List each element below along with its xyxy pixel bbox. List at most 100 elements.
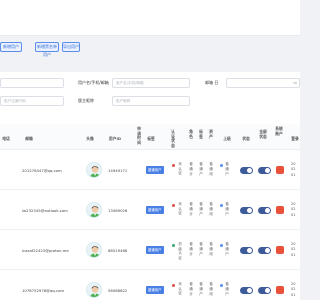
col-tag: 标签 [147,136,155,141]
top-bar [0,0,300,36]
asset-cell-char: 用 [209,292,213,296]
table-row[interactable]: lw232345@outlook.com 13069026 普通用户 未认证普通计普… [0,190,300,230]
user-type-badge[interactable]: 普通用户 [146,286,164,294]
status-toggle[interactable] [240,247,253,254]
col-avatar: 头像 [86,136,94,141]
user-type-badge[interactable]: 普通用户 [146,166,164,174]
avatar [86,162,102,178]
user-search-input[interactable]: 用户名/手机/邮箱 [112,78,190,88]
auth-status-dot [172,204,175,207]
col-system-account: 系统账户 [275,126,283,136]
tag-cell-char: 户 [199,292,203,296]
date-range-separator: to [293,81,297,85]
login-date-cell: 20 02 01 [291,242,299,258]
parent-cell: 普通户 [224,202,230,217]
table-row[interactable]: 1078752978@qq.com 56066822 普通用户 未认证普通计普通户普… [0,270,300,300]
role-cell-char: 计 [189,212,193,216]
col-tag-2: 标签 [199,129,203,139]
col-login: 登录 [291,136,299,141]
parent-indicator-dot [220,244,223,247]
all-status-toggle[interactable] [258,247,271,254]
all-status-toggle[interactable] [258,207,271,214]
delete-button[interactable] [276,206,284,214]
login-date-cell: 20 02 01 [291,282,299,298]
auth-status-text: 未认证 [178,162,182,176]
col-role: 角色 [189,129,193,139]
user-id-cell: 68519466 [108,248,128,253]
table-row[interactable]: 201276447@qq.com 14949171 普通用户 未认证普通计普通户普通… [0,150,300,190]
all-status-toggle[interactable] [258,287,271,294]
date-range-input[interactable]: to [226,78,300,88]
auth-status-dot [172,164,175,167]
auth-status-dot [172,244,175,247]
status-toggle[interactable] [240,167,253,174]
delete-button[interactable] [276,286,284,294]
asset-cell: 普通用 [208,162,214,177]
status-toggle[interactable] [240,207,253,214]
parent-cell: 普通户 [224,282,230,297]
col-auth-status: 认证状态 [171,129,175,148]
tag-cell-char: 户 [199,172,203,176]
role-cell: 普通计 [188,242,194,257]
email-cell: lcasaf22423@proton.me [22,248,69,253]
add-user-button[interactable]: 新增用户 [0,42,22,52]
col-apply-time: 申请时间 [137,126,141,145]
col-phone: 电话 [2,136,10,141]
filter-label-email-date: 邮箱 日 [205,80,219,85]
col-all-status: 全部状态 [259,129,267,139]
col-parent: 上级 [223,136,231,141]
asset-cell: 普通用 [208,202,214,217]
delete-button[interactable] [276,246,284,254]
role-cell-char: 计 [189,252,193,256]
parent-cell: 普通户 [224,242,230,257]
auth-status-text: 初级认证 [178,242,182,260]
login-date-part: 01 [291,212,296,217]
delete-button[interactable] [276,166,284,174]
filter-label-user: 用户名/手机/邮箱 [78,80,109,85]
avatar [86,242,102,258]
nickname-input[interactable]: 用户昵称 [112,96,190,106]
filter-input-left-1[interactable] [0,78,64,88]
tag-cell: 普通户 [198,242,204,257]
parent-cell-char: 户 [225,212,229,216]
user-id-cell: 14949171 [108,168,128,173]
role-cell-char: 计 [189,172,193,176]
user-type-badge[interactable]: 普通用户 [146,246,164,254]
user-management-page: 新增用户 新增黑名单用户 导出用户 用户名/手机/邮箱 用户名/手机/邮箱 邮箱… [0,0,300,300]
user-type-badge[interactable]: 普通用户 [146,206,164,214]
table-row[interactable]: lcasaf22423@proton.me 68519466 普通用户 初级认证 普通… [0,230,300,270]
register-time-input[interactable]: 用户注册时间 [0,96,64,106]
parent-cell-char: 户 [225,252,229,256]
avatar [86,202,102,218]
tag-cell-char: 户 [199,212,203,216]
tag-cell: 普通户 [198,202,204,217]
email-cell: 201276447@qq.com [22,168,62,173]
auth-status-text: 未认证 [178,282,182,296]
col-status: 状态 [242,136,250,141]
col-user-id: 用户ID [108,136,122,141]
role-cell: 普通计 [188,202,194,217]
status-toggle[interactable] [240,287,253,294]
login-date-part: 01 [291,252,296,257]
add-blacklist-user-button[interactable]: 新增黑名单用户 [35,42,59,57]
filter-panel: 用户名/手机/邮箱 用户名/手机/邮箱 邮箱 日 to 用户注册时间 版主昵称 … [0,72,300,124]
asset-cell-char: 用 [209,172,213,176]
tag-cell: 普通户 [198,162,204,177]
asset-cell: 普通用 [208,242,214,257]
login-date-part: 01 [291,172,296,177]
login-date-part: 01 [291,292,296,297]
email-cell: 1078752978@qq.com [22,288,65,293]
asset-cell: 普通用 [208,282,214,297]
export-users-button[interactable]: 导出用户 [62,42,80,52]
tag-cell: 普通户 [198,282,204,297]
auth-status-text: 未认证 [178,202,182,216]
user-id-cell: 13069026 [108,208,128,213]
email-cell: lw232345@outlook.com [22,208,68,213]
all-status-toggle[interactable] [258,167,271,174]
user-table: 电话 邮箱 头像 用户ID 申请时间 标签 认证状态 角色 标签 资产 上级 状… [0,124,300,300]
role-cell-char: 计 [189,292,193,296]
table-header: 电话 邮箱 头像 用户ID 申请时间 标签 认证状态 角色 标签 资产 上级 状… [0,124,300,150]
login-date-cell: 20 02 01 [291,202,299,218]
avatar [86,282,102,298]
tag-cell-char: 户 [199,252,203,256]
